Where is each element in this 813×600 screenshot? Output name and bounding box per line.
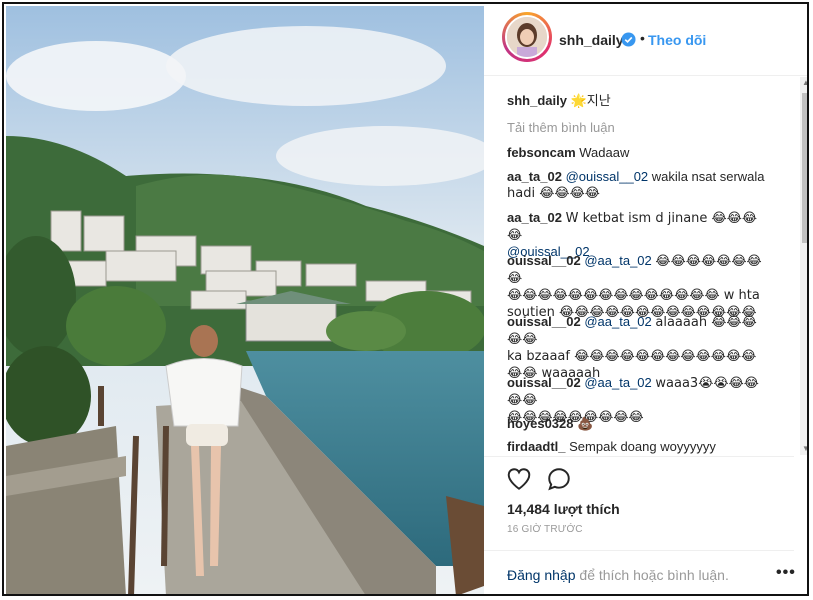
- comment-username[interactable]: hoyes0328: [507, 416, 574, 431]
- more-options-icon[interactable]: •••: [776, 564, 796, 582]
- divider: [484, 456, 794, 457]
- post-side-panel: shh_daily • Theo dõi shh_daily 🌟지난 Tải t…: [484, 4, 807, 594]
- avatar-image: [505, 15, 549, 59]
- comment-text: wakila nsat serwala: [651, 169, 765, 184]
- login-link[interactable]: Đăng nhập: [507, 567, 576, 583]
- comment-mention[interactable]: @ouissal__02: [566, 169, 649, 184]
- separator-dot: •: [640, 30, 645, 46]
- heart-outline-icon[interactable]: [506, 466, 532, 492]
- caption-text: 🌟지난: [570, 94, 611, 109]
- comment-username[interactable]: firdaadtl_: [507, 439, 566, 454]
- comments-list: shh_daily 🌟지난 Tải thêm bình luận febsonc…: [484, 77, 794, 455]
- comment-text: hadi 😂😂😂😂: [507, 186, 600, 201]
- speech-bubble-icon[interactable]: [546, 466, 572, 492]
- login-prompt: Đăng nhập để thích hoặc bình luận.: [507, 567, 729, 583]
- load-more-comments-link[interactable]: Tải thêm bình luận: [507, 120, 615, 135]
- avatar[interactable]: [502, 12, 552, 62]
- comment-item: firdaadtl_ Sempak doang woyyyyyy: [507, 439, 769, 455]
- comment-username[interactable]: ouissal__02: [507, 253, 581, 268]
- comment-username[interactable]: febsoncam: [507, 145, 576, 160]
- avatar-portrait-icon: [507, 17, 547, 57]
- likes-count[interactable]: 14,484 lượt thích: [507, 501, 620, 517]
- resort-photo-illustration: [6, 6, 484, 594]
- comment-username[interactable]: ouissal__02: [507, 314, 581, 329]
- comment-item: ouissal__02 @aa_ta_02 😂😂😂😂😂😂😂😂 😂😂😂😂😂😂😂😂😂…: [507, 253, 769, 321]
- caption: shh_daily 🌟지난: [507, 93, 769, 110]
- post-timestamp[interactable]: 16 GIỜ TRƯỚC: [507, 524, 583, 535]
- comment-mention[interactable]: @aa_ta_02: [584, 253, 651, 268]
- comment-text: 💩: [577, 417, 594, 432]
- comments-scrollbar[interactable]: ▲ ▼: [800, 77, 807, 455]
- comment-username[interactable]: aa_ta_02: [507, 169, 562, 184]
- comment-text: Sempak doang woyyyyyy: [569, 439, 716, 454]
- comment-mention[interactable]: @aa_ta_02: [584, 375, 651, 390]
- comment-text: ka bzaaaf 😂😂😂😂😂😂😂😂😂😂😂😂: [507, 349, 757, 364]
- divider: [484, 550, 794, 551]
- comment-username[interactable]: ouissal__02: [507, 375, 581, 390]
- caption-username[interactable]: shh_daily: [507, 93, 567, 108]
- instagram-post-embed: shh_daily • Theo dõi shh_daily 🌟지난 Tải t…: [2, 2, 809, 596]
- post-header: shh_daily • Theo dõi: [484, 4, 807, 76]
- verified-badge-icon: [621, 32, 636, 47]
- scrollbar-thumb[interactable]: [802, 93, 807, 243]
- comment-mention[interactable]: @aa_ta_02: [584, 314, 651, 329]
- comment-username[interactable]: aa_ta_02: [507, 210, 562, 225]
- follow-button[interactable]: Theo dõi: [648, 32, 706, 48]
- comment-item: hoyes0328 💩: [507, 416, 769, 433]
- comment-item: febsoncam Wadaaw: [507, 145, 769, 161]
- post-photo[interactable]: [6, 6, 484, 594]
- login-prompt-text: để thích hoặc bình luận.: [575, 567, 729, 583]
- comment-text: 😂😂😂😂😂😂😂😂😂😂😂😂😂😂 w hta: [507, 288, 760, 303]
- comment-text: Wadaaw: [579, 145, 630, 160]
- username-link[interactable]: shh_daily: [559, 32, 624, 48]
- comment-item: aa_ta_02 @ouissal__02 wakila nsat serwal…: [507, 169, 769, 202]
- comment-item: ouissal__02 @aa_ta_02 alaaaah 😂😂😂😂😂 ka b…: [507, 314, 769, 382]
- scroll-down-arrow-icon[interactable]: ▼: [800, 443, 807, 455]
- scroll-up-arrow-icon[interactable]: ▲: [800, 77, 807, 89]
